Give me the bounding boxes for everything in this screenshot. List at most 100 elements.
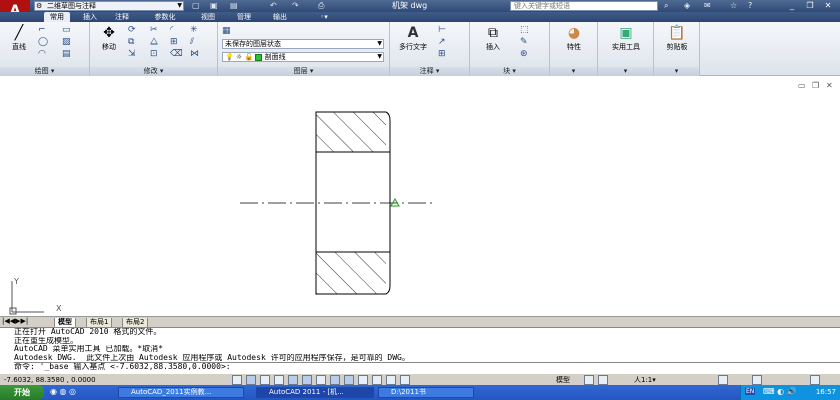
grid-toggle[interactable] (260, 375, 270, 385)
ucs-icon: Y X (9, 277, 62, 315)
trim-icon[interactable]: ✂ (150, 25, 158, 35)
clipboard-panel-title[interactable]: ▾ (654, 67, 699, 76)
search-icon[interactable]: ⌕ (664, 1, 668, 11)
undo-icon[interactable]: ↶ (270, 1, 277, 10)
layer-state-dropdown[interactable]: 未保存的图层状态 ▼ (222, 39, 384, 49)
subscription-icon[interactable]: ◈ (684, 1, 690, 10)
gear-icon: ⚙ (36, 2, 43, 10)
layer-dropdown[interactable]: 💡 ☼ 🔓 剖面线 ▼ (222, 52, 384, 62)
clipboard-button[interactable]: 📋 剪贴板 (656, 24, 698, 52)
otrack-toggle[interactable] (330, 375, 340, 385)
tab-home[interactable]: 常用 (44, 12, 70, 22)
tab-manage[interactable]: 管理 (232, 12, 256, 22)
drawing-canvas[interactable]: ▭ ❐ ✕ Y X (0, 76, 840, 316)
transparency-toggle[interactable] (386, 375, 396, 385)
rectangle-icon[interactable]: ▭ (62, 25, 71, 35)
polyline-icon[interactable]: ⌐ (38, 25, 46, 35)
polar-toggle[interactable] (288, 375, 298, 385)
layers-panel-title[interactable]: 图层 ▾ (218, 67, 389, 76)
language-indicator[interactable]: EN (745, 388, 756, 395)
block-attribute-icon[interactable]: ⊛ (520, 49, 528, 59)
redo-icon[interactable]: ↷ (292, 1, 299, 10)
quick-view-drawings-icon[interactable] (598, 375, 608, 385)
circle-icon[interactable]: ◯ (38, 37, 48, 47)
quick-properties-toggle[interactable] (400, 375, 410, 385)
block-panel-title[interactable]: 块 ▾ (470, 67, 549, 76)
command-window[interactable]: 正在打开 AutoCAD 2010 格式的文件。 正在重生成模型。 AutoCA… (0, 327, 840, 373)
quick-launch-icons[interactable]: ◉ ◍ ◎ (50, 387, 76, 396)
hatch-icon[interactable]: ▨ (62, 37, 71, 47)
3d-osnap-toggle[interactable] (316, 375, 326, 385)
infer-constraints-toggle[interactable] (232, 375, 242, 385)
restore-button[interactable]: ❐ (804, 1, 816, 11)
task-autocad[interactable]: AutoCAD 2011 - [机... (256, 387, 374, 398)
task-folder[interactable]: D:\2011书 (378, 387, 474, 398)
start-button[interactable]: 开始 (0, 385, 44, 400)
fillet-icon[interactable]: ◜ (170, 25, 174, 35)
plot-icon[interactable]: ⎙ (318, 1, 324, 11)
tab-nav-arrows-icon[interactable]: |◀◀▶▶| (2, 317, 28, 325)
join-icon[interactable]: ⋈ (190, 49, 199, 59)
dyn-toggle[interactable] (358, 375, 368, 385)
mirror-icon[interactable]: ⧋ (150, 37, 158, 47)
help-icon[interactable]: ? (748, 1, 752, 10)
rotate-icon[interactable]: ⟳ (128, 25, 136, 35)
layer-properties-icon[interactable]: ▦ (222, 26, 231, 36)
move-button[interactable]: ✥ 移动 (94, 24, 124, 52)
stretch-icon[interactable]: ⇲ (128, 49, 136, 59)
tab-annotate[interactable]: 注释 (110, 12, 134, 22)
arc-icon[interactable]: ◠ (38, 49, 46, 59)
draw-panel-title[interactable]: 绘图 ▾ (0, 67, 89, 76)
model-space-button[interactable]: 模型 (556, 375, 570, 385)
workspace-switch-icon[interactable] (718, 375, 728, 385)
favorites-icon[interactable]: ☆ (730, 1, 737, 10)
toolbar-lock-icon[interactable] (752, 375, 762, 385)
quick-view-layouts-icon[interactable] (584, 375, 594, 385)
tab-view[interactable]: 视图 (196, 12, 220, 22)
lineweight-toggle[interactable] (372, 375, 382, 385)
task-word-document[interactable]: AutoCAD_2011实例教... (118, 387, 244, 398)
create-block-icon[interactable]: ⬚ (520, 25, 529, 35)
scale-icon[interactable]: ⊡ (150, 49, 158, 59)
region-icon[interactable]: ▤ (62, 49, 71, 59)
properties-panel-title[interactable]: ▾ (550, 67, 597, 76)
clean-screen-icon[interactable] (810, 375, 820, 385)
utilities-panel-title[interactable]: ▾ (598, 67, 653, 76)
command-prompt-input[interactable]: 命令: '_base 输入基点 <-7.6032,88.3580,0.0000>… (14, 362, 840, 371)
communication-icon[interactable]: ✉ (704, 1, 711, 10)
help-search-input[interactable]: 键入关键字或短语 (510, 1, 658, 11)
explode-icon[interactable]: ✳ (190, 25, 198, 35)
ortho-toggle[interactable] (274, 375, 284, 385)
leader-icon[interactable]: ↗ (438, 37, 446, 47)
properties-button[interactable]: ◕ 特性 (554, 24, 594, 52)
new-icon[interactable]: ▢ (192, 1, 200, 10)
dimension-icon[interactable]: ⊢ (438, 25, 446, 35)
copy-icon[interactable]: ⧉ (128, 37, 134, 47)
tab-parametric[interactable]: 参数化 (148, 12, 182, 22)
tab-output[interactable]: 输出 (268, 12, 292, 22)
modify-panel-title[interactable]: 修改 ▾ (90, 67, 217, 76)
annotation-scale[interactable]: 人1:1▾ (634, 375, 656, 385)
tab-insert[interactable]: 插入 (78, 12, 102, 22)
ducs-toggle[interactable] (344, 375, 354, 385)
minimize-button[interactable]: _ (786, 1, 798, 11)
osnap-toggle[interactable] (302, 375, 312, 385)
tray-icons[interactable]: ⌨ ◐ 🔊 (763, 387, 797, 396)
ribbon-toggle-button[interactable]: ◦▾ (314, 12, 334, 22)
mtext-button[interactable]: A 多行文字 (392, 24, 434, 52)
insert-block-button[interactable]: ⧉ 插入 (476, 24, 510, 52)
annotation-panel-title[interactable]: 注释 ▾ (390, 67, 469, 76)
open-icon[interactable]: ▣ (210, 1, 218, 10)
table-icon[interactable]: ⊞ (438, 49, 446, 59)
edit-block-icon[interactable]: ✎ (520, 37, 528, 47)
close-button[interactable]: ✕ (822, 1, 834, 11)
utilities-button[interactable]: ▣ 实用工具 (602, 24, 650, 52)
offset-icon[interactable]: ⫽ (190, 37, 194, 47)
coordinate-readout[interactable]: -7.6032, 88.3580 , 0.0000 (4, 375, 96, 385)
line-button[interactable]: ╱ 直线 (4, 24, 34, 52)
array-icon[interactable]: ⊞ (170, 37, 178, 47)
workspace-selector[interactable]: ⚙ 二维草图与注释 ▼ (34, 1, 184, 11)
snap-toggle[interactable] (246, 375, 256, 385)
erase-icon[interactable]: ⌫ (170, 49, 183, 59)
save-icon[interactable]: ▤ (230, 1, 238, 10)
